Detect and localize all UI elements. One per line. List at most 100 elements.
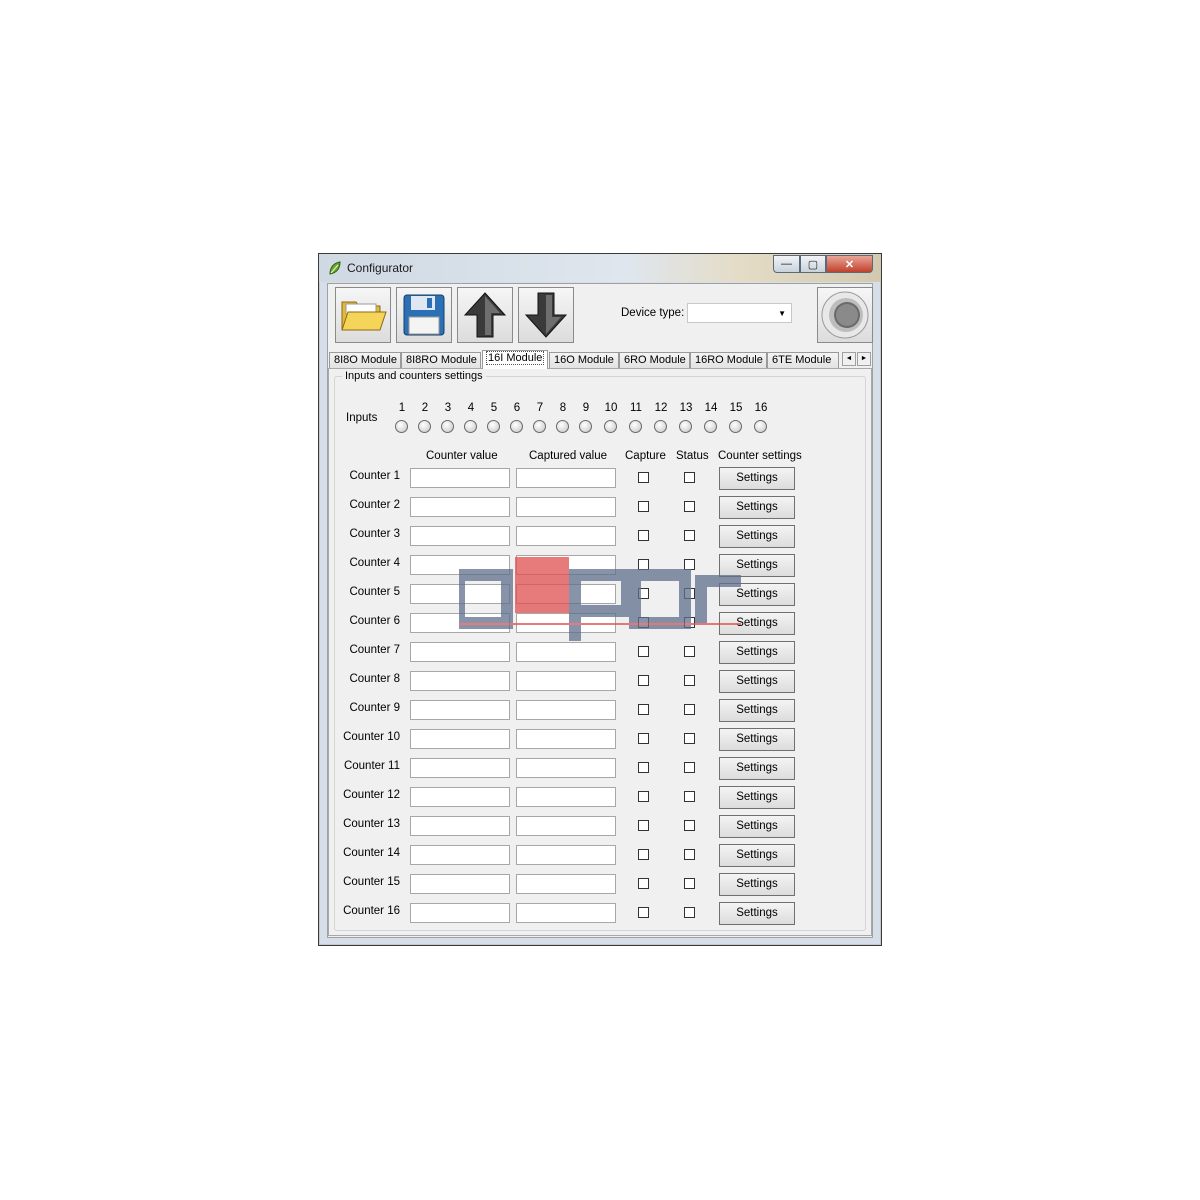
tab-scroll-left-icon[interactable]: ◄ (842, 352, 856, 366)
counter-value-field[interactable] (410, 903, 510, 923)
captured-value-field[interactable] (516, 497, 616, 517)
counter-value-field[interactable] (410, 700, 510, 720)
device-type-label: Device type: (621, 307, 685, 319)
input-number: 13 (679, 402, 693, 414)
device-type-select[interactable]: ▼ (687, 303, 792, 323)
module-tabs: 8I8O Module 8I8RO Module 16I Module 16O … (328, 350, 874, 369)
status-checkbox[interactable] (684, 501, 695, 512)
counter-label: Counter 14 (343, 847, 400, 859)
status-checkbox[interactable] (684, 733, 695, 744)
counter-label: Counter 9 (349, 702, 400, 714)
capture-checkbox[interactable] (638, 733, 649, 744)
counter-value-field[interactable] (410, 497, 510, 517)
status-checkbox[interactable] (684, 762, 695, 773)
capture-checkbox[interactable] (638, 675, 649, 686)
counter-value-field[interactable] (410, 468, 510, 488)
counter-value-field[interactable] (410, 787, 510, 807)
save-button[interactable] (396, 287, 452, 343)
open-button[interactable] (335, 287, 391, 343)
status-checkbox[interactable] (684, 704, 695, 715)
capture-checkbox[interactable] (638, 646, 649, 657)
capture-checkbox[interactable] (638, 791, 649, 802)
status-checkbox[interactable] (684, 878, 695, 889)
close-button[interactable]: ✕ (826, 255, 873, 273)
input-number: 4 (467, 402, 475, 414)
counter-value-field[interactable] (410, 671, 510, 691)
counter-settings-button[interactable]: Settings (719, 728, 795, 751)
tab-6ro[interactable]: 6RO Module (619, 352, 690, 368)
captured-value-field[interactable] (516, 787, 616, 807)
counter-value-field[interactable] (410, 729, 510, 749)
capture-checkbox[interactable] (638, 878, 649, 889)
upload-button[interactable] (457, 287, 513, 343)
counter-settings-button[interactable]: Settings (719, 496, 795, 519)
captured-value-field[interactable] (516, 758, 616, 778)
captured-value-field[interactable] (516, 671, 616, 691)
status-checkbox[interactable] (684, 675, 695, 686)
capture-checkbox[interactable] (638, 501, 649, 512)
title-bar[interactable]: Configurator — ▢ ✕ (319, 254, 881, 282)
captured-value-field[interactable] (516, 816, 616, 836)
download-arrow-icon (524, 292, 568, 338)
input-indicator-led (629, 420, 642, 433)
counter-settings-button[interactable]: Settings (719, 815, 795, 838)
capture-checkbox[interactable] (638, 849, 649, 860)
counter-settings-button[interactable]: Settings (719, 844, 795, 867)
capture-checkbox[interactable] (638, 820, 649, 831)
download-button[interactable] (518, 287, 574, 343)
close-icon: ✕ (844, 258, 855, 271)
input-number: 15 (729, 402, 743, 414)
status-checkbox[interactable] (684, 849, 695, 860)
counter-value-field[interactable] (410, 845, 510, 865)
status-checkbox[interactable] (684, 820, 695, 831)
counter-settings-button[interactable]: Settings (719, 525, 795, 548)
tab-6te[interactable]: 6TE Module (767, 352, 839, 368)
status-checkbox[interactable] (684, 646, 695, 657)
maximize-button[interactable]: ▢ (800, 255, 826, 273)
tab-16ro[interactable]: 16RO Module (690, 352, 767, 368)
captured-value-field[interactable] (516, 874, 616, 894)
counter-settings-button[interactable]: Settings (719, 902, 795, 925)
status-checkbox[interactable] (684, 791, 695, 802)
counter-settings-button[interactable]: Settings (719, 467, 795, 490)
counter-value-field[interactable] (410, 758, 510, 778)
counter-settings-button[interactable]: Settings (719, 786, 795, 809)
captured-value-field[interactable] (516, 729, 616, 749)
tab-16o[interactable]: 16O Module (549, 352, 619, 368)
tab-label: 8I8RO Module (406, 354, 477, 366)
group-title: Inputs and counters settings (342, 370, 486, 382)
status-checkbox[interactable] (684, 472, 695, 483)
capture-checkbox[interactable] (638, 530, 649, 541)
captured-value-field[interactable] (516, 903, 616, 923)
captured-value-field[interactable] (516, 700, 616, 720)
counter-value-field[interactable] (410, 874, 510, 894)
input-indicator-led (533, 420, 546, 433)
counter-label: Counter 3 (349, 528, 400, 540)
captured-value-field[interactable] (516, 845, 616, 865)
connect-button[interactable] (817, 287, 873, 343)
tab-scroll-right-icon[interactable]: ► (857, 352, 871, 366)
status-checkbox[interactable] (684, 907, 695, 918)
tab-8i8o[interactable]: 8I8O Module (329, 352, 401, 368)
tab-8i8ro[interactable]: 8I8RO Module (401, 352, 481, 368)
capture-checkbox[interactable] (638, 762, 649, 773)
counter-label: Counter 13 (343, 818, 400, 830)
status-checkbox[interactable] (684, 530, 695, 541)
counter-value-field[interactable] (410, 816, 510, 836)
counter-value-field[interactable] (410, 642, 510, 662)
capture-checkbox[interactable] (638, 704, 649, 715)
counter-settings-button[interactable]: Settings (719, 670, 795, 693)
capture-checkbox[interactable] (638, 907, 649, 918)
counter-settings-button[interactable]: Settings (719, 641, 795, 664)
counter-settings-button[interactable]: Settings (719, 757, 795, 780)
counter-settings-button[interactable]: Settings (719, 699, 795, 722)
minimize-button[interactable]: — (773, 255, 800, 273)
captured-value-field[interactable] (516, 468, 616, 488)
counter-value-field[interactable] (410, 526, 510, 546)
counter-settings-button[interactable]: Settings (719, 873, 795, 896)
captured-value-field[interactable] (516, 642, 616, 662)
capture-checkbox[interactable] (638, 472, 649, 483)
tab-16i[interactable]: 16I Module (482, 350, 548, 369)
captured-value-field[interactable] (516, 526, 616, 546)
input-indicator-led (679, 420, 692, 433)
